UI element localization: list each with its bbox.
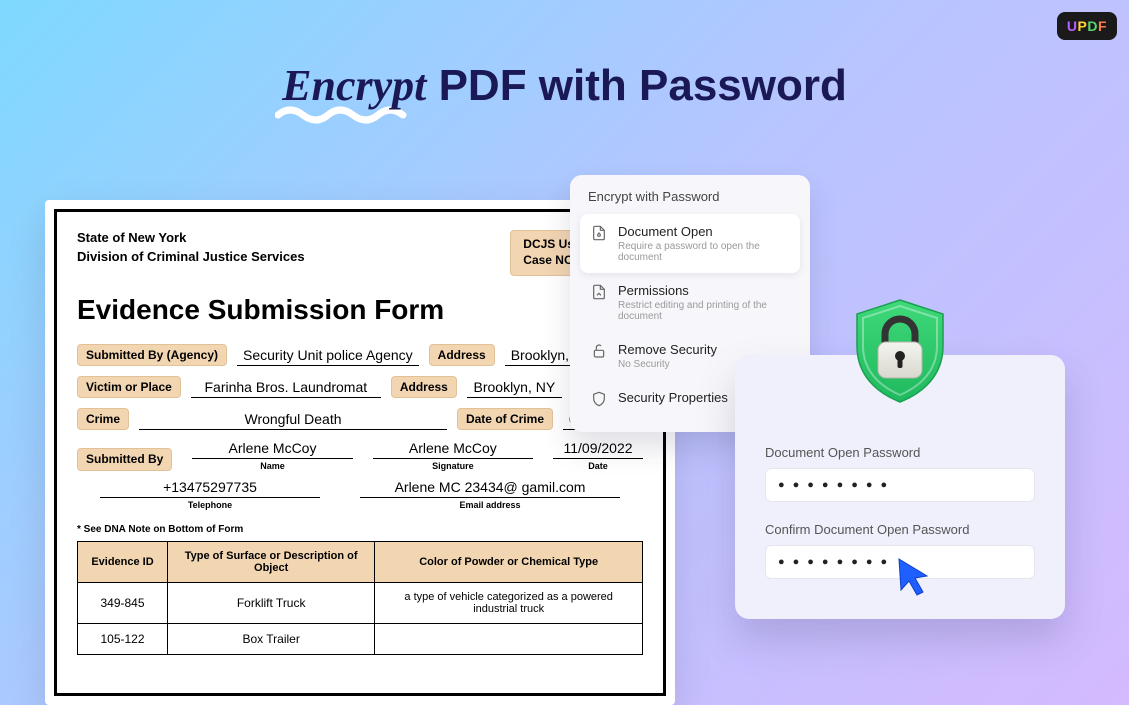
label-address2: Address	[391, 376, 457, 398]
hero-title: Encrypt PDF with Password	[0, 60, 1129, 111]
cell-desc: Forklift Truck	[168, 583, 375, 624]
cursor-icon	[895, 556, 933, 598]
value-email: Arlene MC 23434@ gamil.com	[360, 479, 620, 498]
row-agency: Submitted By (Agency) Security Unit poli…	[77, 344, 643, 366]
value-telephone: +13475297735	[100, 479, 320, 498]
menu-item-sub: Restrict editing and printing of the doc…	[618, 300, 790, 322]
label-agency: Submitted By (Agency)	[77, 344, 227, 366]
brand-f: F	[1098, 18, 1107, 34]
brand-u: U	[1067, 18, 1078, 34]
label-crime-date: Date of Crime	[457, 408, 553, 430]
value-date: 11/09/2022	[553, 440, 643, 459]
shield-icon	[590, 390, 608, 408]
cell-id: 349-845	[78, 583, 168, 624]
slot-signature: Arlene McCoy Signature	[373, 440, 533, 471]
brand-badge: UPDF	[1057, 12, 1117, 40]
slot-date: 11/09/2022 Date	[553, 440, 643, 471]
label-submitted-by: Submitted By	[77, 448, 172, 471]
document-header: State of New York Division of Criminal J…	[77, 230, 643, 276]
label-signature: Signature	[373, 461, 533, 471]
table-header-id: Evidence ID	[78, 542, 168, 583]
note-dna: * See DNA Note on Bottom of Form	[77, 524, 643, 535]
menu-item-label: Document Open	[618, 224, 790, 239]
row-victim: Victim or Place Farinha Bros. Laundromat…	[77, 376, 643, 398]
cell-desc: Box Trailer	[168, 624, 375, 655]
value-agency: Security Unit police Agency	[237, 347, 419, 366]
document-title: Evidence Submission Form	[77, 294, 643, 326]
menu-item-permissions[interactable]: Permissions Restrict editing and printin…	[580, 273, 800, 332]
label-confirm-password: Confirm Document Open Password	[765, 522, 1035, 537]
slot-telephone: +13475297735 Telephone	[100, 479, 320, 510]
table-row: 105-122 Box Trailer	[78, 624, 643, 655]
cell-color: a type of vehicle categorized as a power…	[375, 583, 643, 624]
hero-emph: Encrypt	[282, 61, 426, 110]
label-date: Date	[553, 461, 643, 471]
doc-division: Division of Criminal Justice Services	[77, 249, 305, 264]
menu-item-text: Permissions Restrict editing and printin…	[618, 283, 790, 322]
encrypt-menu-title: Encrypt with Password	[580, 189, 800, 214]
permissions-icon	[590, 283, 608, 301]
doc-state: State of New York	[77, 230, 305, 245]
password-input[interactable]: ●●●●●●●●	[765, 468, 1035, 502]
hero-rest: PDF with Password	[426, 61, 847, 110]
value-victim: Farinha Bros. Laundromat	[191, 379, 381, 398]
menu-item-text: Document Open Require a password to open…	[618, 224, 790, 263]
row-contact: +13475297735 Telephone Arlene MC 23434@ …	[77, 479, 643, 510]
label-password: Document Open Password	[765, 445, 1035, 460]
label-victim: Victim or Place	[77, 376, 181, 398]
value-name: Arlene McCoy	[192, 440, 352, 459]
label-address1: Address	[429, 344, 495, 366]
menu-item-sub: Require a password to open the document	[618, 241, 790, 263]
evidence-table: Evidence ID Type of Surface or Descripti…	[77, 541, 643, 655]
cell-color	[375, 624, 643, 655]
lock-document-icon	[590, 224, 608, 242]
doc-header-left: State of New York Division of Criminal J…	[77, 230, 305, 268]
value-crime: Wrongful Death	[139, 411, 447, 430]
value-signature: Arlene McCoy	[373, 440, 533, 459]
label-name: Name	[192, 461, 352, 471]
slot-email: Arlene MC 23434@ gamil.com Email address	[360, 479, 620, 510]
table-header-color: Color of Powder or Chemical Type	[375, 542, 643, 583]
cell-id: 105-122	[78, 624, 168, 655]
menu-item-document-open[interactable]: Document Open Require a password to open…	[580, 214, 800, 273]
brand-d: D	[1087, 18, 1098, 34]
row-crime: Crime Wrongful Death Date of Crime 04/08…	[77, 408, 643, 430]
unlock-icon	[590, 342, 608, 360]
table-header-desc: Type of Surface or Description of Object	[168, 542, 375, 583]
shield-lock-icon	[845, 296, 955, 406]
label-telephone: Telephone	[100, 500, 320, 510]
row-signature: Submitted By Arlene McCoy Name Arlene Mc…	[77, 440, 643, 471]
slot-name: Arlene McCoy Name	[192, 440, 352, 471]
label-email: Email address	[360, 500, 620, 510]
menu-item-label: Permissions	[618, 283, 790, 298]
table-row: 349-845 Forklift Truck a type of vehicle…	[78, 583, 643, 624]
label-crime: Crime	[77, 408, 129, 430]
value-address2: Brooklyn, NY	[467, 379, 562, 398]
brand-p: P	[1077, 18, 1087, 34]
